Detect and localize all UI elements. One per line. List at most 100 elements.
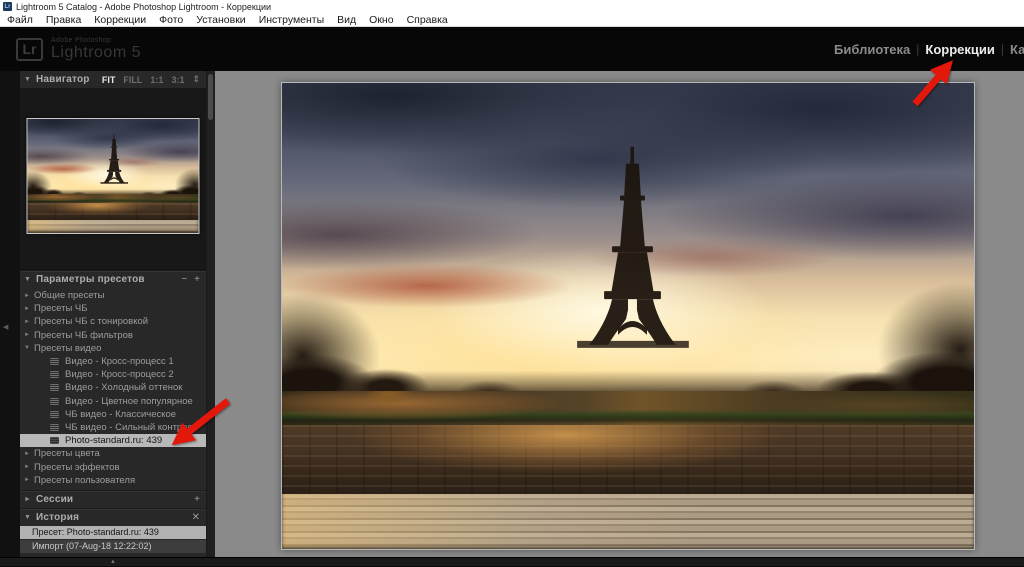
menu-window[interactable]: Окно xyxy=(369,14,393,26)
module-develop[interactable]: Коррекции xyxy=(919,42,1000,57)
preset-icon xyxy=(50,358,59,365)
preset-group-label: Пресеты ЧБ фильтров xyxy=(34,330,133,341)
preset-item-selected[interactable]: Photo-standard.ru: 439 xyxy=(20,434,206,447)
preset-group-bw-filters[interactable]: ►Пресеты ЧБ фильтров xyxy=(20,329,206,342)
main-photo[interactable] xyxy=(281,82,975,550)
menu-develop[interactable]: Коррекции xyxy=(94,14,146,26)
menu-tools[interactable]: Инструменты xyxy=(259,14,324,26)
history-entry-import[interactable]: Импорт (07-Aug-18 12:22:02) xyxy=(20,540,206,553)
eiffel-tower-silhouette xyxy=(282,83,974,549)
preset-item-label: ЧБ видео - Классическое xyxy=(65,409,176,420)
preset-item[interactable]: ЧБ видео - Сильный контраст xyxy=(20,421,206,434)
brand-lightroom-5: Lightroom 5 xyxy=(51,45,141,61)
add-preset-button[interactable]: + xyxy=(194,274,200,285)
menu-photo[interactable]: Фото xyxy=(159,14,183,26)
disclosure-collapsed-icon: ► xyxy=(24,293,34,299)
module-bar: Lr Adobe Photoshop Lightroom 5 Библиотек… xyxy=(0,27,1024,71)
preset-group-bw-toned[interactable]: ►Пресеты ЧБ с тонировкой xyxy=(20,315,206,328)
sessions-title: Сессии xyxy=(36,494,73,505)
navigator-title: Навигатор xyxy=(36,74,90,85)
lightroom-logo: Lr Adobe Photoshop Lightroom 5 xyxy=(16,37,141,61)
zoom-1-1-button[interactable]: 1:1 xyxy=(150,75,163,85)
preset-icon xyxy=(50,371,59,378)
scrollbar-thumb[interactable] xyxy=(208,74,213,120)
preset-group-label: Пресеты ЧБ xyxy=(34,303,88,314)
app-icon: Lr xyxy=(3,2,12,11)
reveal-up-icon[interactable]: ▲ xyxy=(110,558,116,566)
zoom-3-1-button[interactable]: 3:1 xyxy=(171,75,184,85)
zoom-swap-icon[interactable]: ⇕ xyxy=(192,74,200,85)
disclosure-expanded-icon[interactable]: ▼ xyxy=(24,276,36,283)
zoom-fit-button[interactable]: FIT xyxy=(102,75,116,85)
clear-history-icon[interactable]: ✕ xyxy=(192,512,200,523)
navigator-panel-header[interactable]: ▼ Навигатор FIT FILL 1:1 3:1 ⇕ xyxy=(20,71,206,88)
filmstrip-collapsed-bar[interactable]: ▲ xyxy=(0,557,1024,566)
zoom-fill-button[interactable]: FILL xyxy=(123,75,142,85)
add-session-button[interactable]: + xyxy=(194,494,200,505)
preset-item-label: ЧБ видео - Сильный контраст xyxy=(65,422,197,433)
preset-group-label: Пресеты цвета xyxy=(34,448,100,459)
disclosure-collapsed-icon: ► xyxy=(24,464,34,470)
preset-group-general[interactable]: ►Общие пресеты xyxy=(20,289,206,302)
menu-bar: Файл Правка Коррекции Фото Установки Инс… xyxy=(0,13,1024,27)
preset-group-user[interactable]: ►Пресеты пользователя xyxy=(20,474,206,487)
module-library[interactable]: Библиотека xyxy=(828,42,916,57)
eiffel-tower-silhouette xyxy=(28,119,199,233)
preset-icon xyxy=(50,384,59,391)
left-panel-collapse-strip[interactable]: ◀ xyxy=(0,71,20,557)
preset-item[interactable]: Видео - Холодный оттенок xyxy=(20,381,206,394)
navigator-thumbnail-image xyxy=(28,119,199,233)
disclosure-collapsed-icon: ► xyxy=(24,451,34,457)
presets-panel-header[interactable]: ▼ Параметры пресетов − + xyxy=(20,271,206,288)
preset-item[interactable]: Видео - Цветное популярное xyxy=(20,395,206,408)
remove-preset-button[interactable]: − xyxy=(181,274,187,285)
preset-item-label: Видео - Цветное популярное xyxy=(65,396,193,407)
preset-group-label: Общие пресеты xyxy=(34,290,105,301)
preset-item[interactable]: Видео - Кросс-процесс 1 xyxy=(20,355,206,368)
preset-item[interactable]: ЧБ видео - Классическое xyxy=(20,408,206,421)
menu-help[interactable]: Справка xyxy=(407,14,448,26)
preset-group-label: Пресеты пользователя xyxy=(34,475,135,486)
disclosure-expanded-icon[interactable]: ▼ xyxy=(24,76,36,83)
preset-group-label: Пресеты видео xyxy=(34,343,101,354)
preset-icon xyxy=(50,398,59,405)
preset-group-color[interactable]: ►Пресеты цвета xyxy=(20,447,206,460)
presets-title: Параметры пресетов xyxy=(36,274,145,285)
menu-edit[interactable]: Правка xyxy=(46,14,81,26)
left-panel-scrollbar[interactable] xyxy=(207,71,215,557)
lightroom-window: Lr Lightroom 5 Catalog - Adobe Photoshop… xyxy=(0,0,1024,567)
preset-icon xyxy=(50,424,59,431)
preset-item-label: Видео - Кросс-процесс 1 xyxy=(65,356,174,367)
preset-item-label: Видео - Кросс-процесс 2 xyxy=(65,369,174,380)
preset-group-effects[interactable]: ►Пресеты эффектов xyxy=(20,460,206,473)
navigator-thumbnail[interactable] xyxy=(27,118,200,234)
presets-tree: ►Общие пресеты ►Пресеты ЧБ ►Пресеты ЧБ с… xyxy=(20,288,206,487)
disclosure-collapsed-icon[interactable]: ► xyxy=(24,496,36,503)
preset-item-label: Видео - Холодный оттенок xyxy=(65,382,182,393)
eiffel-tower-photo xyxy=(282,83,974,549)
history-entry-preset[interactable]: Пресет: Photo-standard.ru: 439 xyxy=(20,526,206,539)
preset-group-label: Пресеты ЧБ с тонировкой xyxy=(34,316,148,327)
preset-icon xyxy=(50,411,59,418)
title-bar: Lr Lightroom 5 Catalog - Adobe Photoshop… xyxy=(0,0,1024,13)
menu-file[interactable]: Файл xyxy=(7,14,33,26)
preset-group-bw[interactable]: ►Пресеты ЧБ xyxy=(20,302,206,315)
preset-item-label: Photo-standard.ru: 439 xyxy=(65,435,162,446)
history-title: История xyxy=(36,512,79,523)
history-panel-header[interactable]: ▼ История ✕ xyxy=(20,509,206,526)
collapse-left-icon[interactable]: ◀ xyxy=(3,323,8,331)
preset-group-label: Пресеты эффектов xyxy=(34,462,120,473)
sessions-panel-header[interactable]: ► Сессии + xyxy=(20,491,206,508)
preset-item[interactable]: Видео - Кросс-процесс 2 xyxy=(20,368,206,381)
brand-adobe-photoshop: Adobe Photoshop xyxy=(51,37,141,44)
disclosure-expanded-icon[interactable]: ▼ xyxy=(24,514,36,521)
menu-settings[interactable]: Установки xyxy=(196,14,245,26)
module-map[interactable]: Карта xyxy=(1004,42,1024,57)
disclosure-collapsed-icon: ► xyxy=(24,306,34,312)
preset-group-video[interactable]: ▼Пресеты видео xyxy=(20,342,206,355)
disclosure-collapsed-icon: ► xyxy=(24,332,34,338)
window-title: Lightroom 5 Catalog - Adobe Photoshop Li… xyxy=(16,2,271,12)
menu-view[interactable]: Вид xyxy=(337,14,356,26)
left-panel: ▼ Навигатор FIT FILL 1:1 3:1 ⇕ xyxy=(20,71,207,557)
disclosure-collapsed-icon: ► xyxy=(24,477,34,483)
